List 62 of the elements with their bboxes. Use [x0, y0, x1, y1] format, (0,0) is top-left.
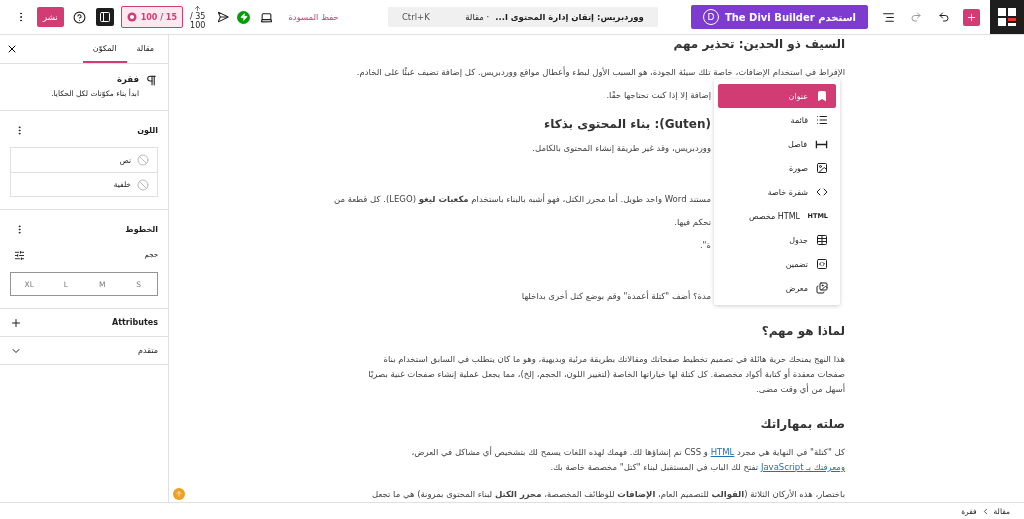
close-icon — [6, 43, 18, 55]
no-color-icon — [137, 154, 149, 166]
save-draft-button[interactable]: حفظ المسودة — [282, 12, 345, 22]
site-logo[interactable] — [990, 0, 1024, 34]
bookmark-icon — [816, 90, 828, 102]
arrow-up-icon — [194, 4, 202, 12]
sidebar-toggle-button[interactable] — [95, 8, 114, 26]
paragraph: تحكم فيها. — [674, 216, 711, 229]
table-icon — [816, 234, 828, 246]
undo-icon — [910, 11, 922, 23]
paragraph: هذا النهج يمنحك حرية هائلة في تصميم تخطيط صفحاتك ومقالاتك بطريقة مرئية وبديهية، وهو ما كان يتطلب في السابق استخدام بناة صفحات معقدة أو كتابة أكواد مخصصة. كل كتلة لها خياراتها الخاصة (لتغيير اللون، الحجم، إلخ)، مما يجعل عملية إنشاء صفحات غنية بصريًا أسهل من أي وقت مضى. — [367, 353, 845, 396]
menu-item[interactable]: عنوان — [718, 84, 836, 108]
list-icon — [816, 114, 828, 126]
score-icon — [126, 12, 137, 22]
menu-item[interactable]: تضمين — [718, 252, 836, 276]
list-view-icon — [881, 10, 895, 24]
logo-icon — [996, 6, 1018, 28]
section-heading: السيف ذو الحدين: تحذير مهم — [672, 36, 845, 53]
help-icon — [73, 10, 87, 24]
sidebar-tab[interactable]: المكوّن — [82, 35, 127, 63]
sidebar-tab[interactable]: مقالة — [126, 35, 164, 63]
embed-icon — [816, 258, 828, 270]
menu-item[interactable]: قائمة — [718, 108, 836, 132]
no-color-icon — [137, 178, 149, 191]
panel-title: اللون — [137, 125, 158, 135]
advanced-panel-toggle[interactable]: متقدم — [0, 337, 168, 365]
panel-title: الخطوط — [125, 224, 158, 234]
menu-item[interactable]: جدول — [718, 228, 836, 252]
section-heading: صلته بمهاراتك — [759, 416, 845, 433]
bolt-icon[interactable] — [237, 10, 251, 24]
plus-icon — [966, 11, 977, 23]
redo-icon — [938, 11, 950, 23]
paragraph: الإفراط في استخدام الإضافات، خاصة تلك سيئة الجودة، هو السبب الأول لبطء وأعطال مواقع ووردبريس. كل إضافة تضيف عبئًا على الخادم. — [355, 65, 845, 79]
paragraph-icon — [145, 74, 158, 87]
paragraph: ووردبريس، وقد غير طريقة إنشاء المحتوى بالكامل. — [532, 142, 711, 155]
paragraph: مدة؟ أضف "كتلة أعمدة" وقم بوضع كتل أخرى بداخلها — [521, 289, 711, 303]
paragraph: إضافة إلا إذا كنت تحتاجها حقًا. — [606, 89, 711, 102]
section-heading: لماذا هو مهم؟ — [760, 323, 845, 340]
paragraph: ة". — [699, 239, 711, 252]
paragraph: مستند Word واحد طويل. أما محرر الكتل، فهو أشبه بالبناء باستخدام مكعبات ليغو (LEGO). كل قطعة من — [333, 192, 711, 206]
sliders-icon — [13, 249, 25, 261]
word-counter: / 35 100 — [189, 4, 206, 30]
gallery-icon — [816, 282, 828, 294]
text-link[interactable]: ومعرفتك بـ JavaScript — [760, 462, 845, 472]
code-icon — [816, 186, 828, 198]
menu-item[interactable]: شفرة خاصة — [718, 180, 836, 204]
sidebar-icon — [98, 11, 111, 23]
help-button[interactable] — [70, 8, 89, 26]
score-button[interactable]: 100 / 15 — [120, 6, 183, 28]
menu-item[interactable]: صورة — [718, 156, 836, 180]
add-block-button[interactable] — [963, 8, 980, 26]
menu-item[interactable]: فاصل — [718, 132, 836, 156]
plus-icon — [10, 316, 22, 329]
text-link[interactable]: HTML — [710, 447, 735, 457]
menu-item[interactable]: معرض — [718, 276, 836, 300]
attributes-panel-toggle[interactable]: Attributes — [0, 309, 168, 337]
section-heading: (Guten): بناء المحتوى بذكاء — [543, 116, 711, 133]
laptop-icon — [259, 10, 273, 24]
paragraph: باختصار، هذه الأركان الثلاثة (القوالب للتصميم العام، الإضافات للوظائف المخصصة، محرر الكتل لبناء المحتوى بمرونة) هي ما تجعل — [370, 488, 845, 501]
publish-button[interactable]: نشر — [37, 7, 64, 27]
image-icon — [816, 162, 828, 174]
block-title: فقرة — [116, 74, 139, 84]
